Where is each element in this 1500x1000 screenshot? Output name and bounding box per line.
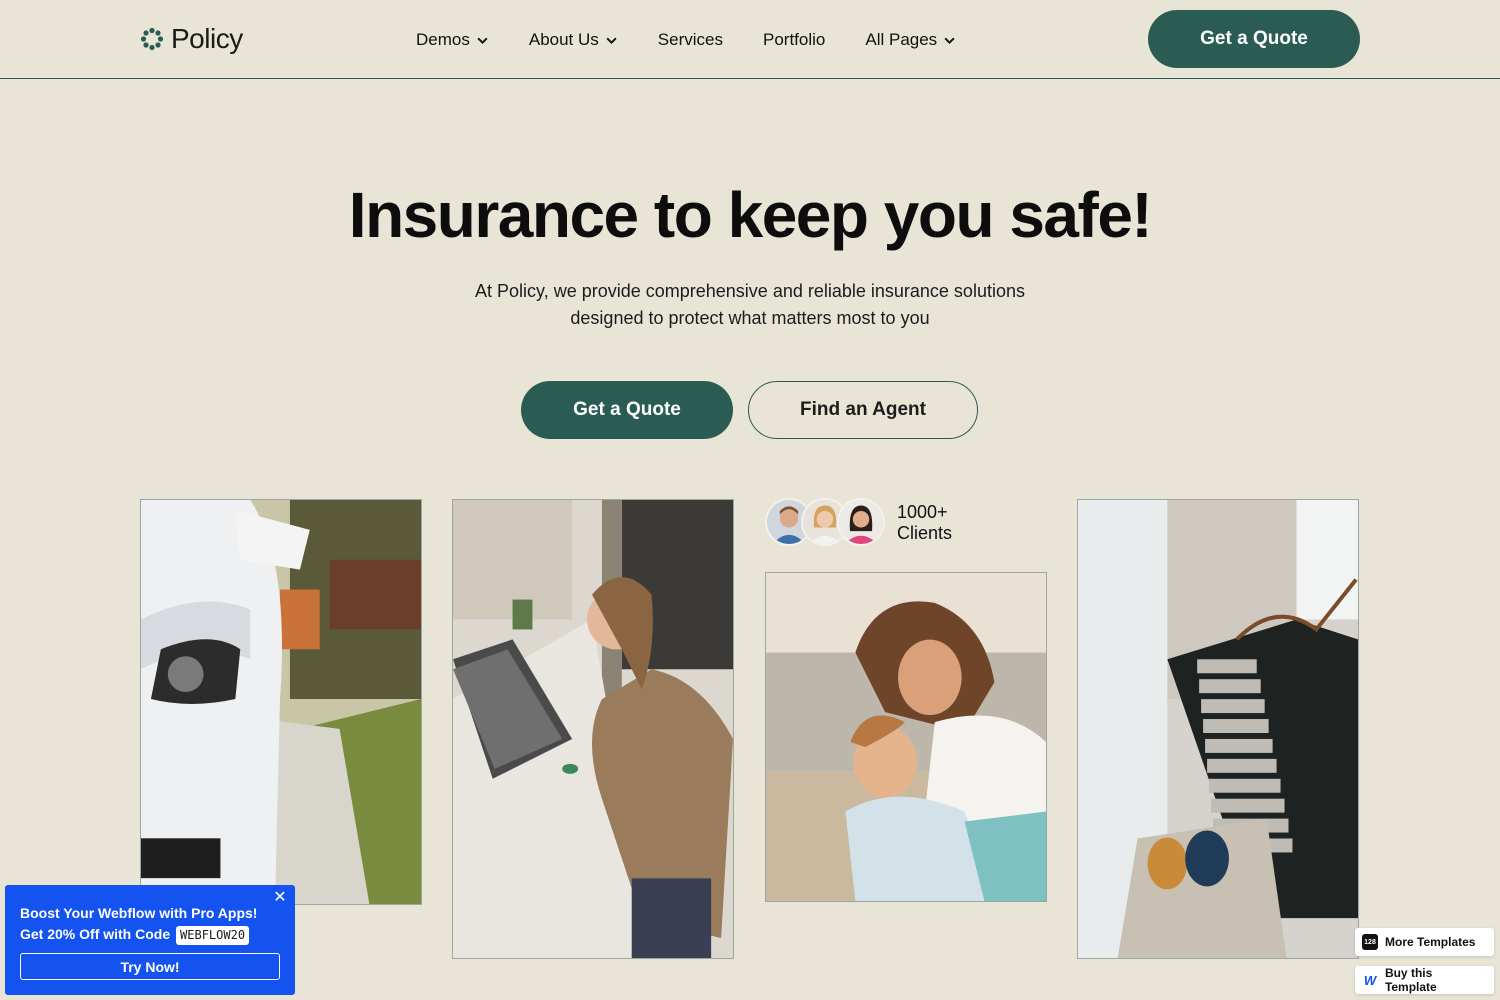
promo-code: WEBFLOW20 xyxy=(176,926,250,945)
staircase-interior-photo xyxy=(1077,499,1359,959)
chevron-down-icon xyxy=(944,37,955,44)
nav-item-label: About Us xyxy=(528,30,599,49)
webflow-logo-icon: W xyxy=(1363,972,1377,988)
woman-at-desk-photo xyxy=(452,499,734,959)
nav-get-quote-button[interactable]: Get a Quote xyxy=(1148,10,1360,68)
nav-item-label: Services xyxy=(657,30,723,49)
clients-summary: 1000+ Clients xyxy=(765,498,977,548)
hero-subtitle-line-1: At Policy, we provide comprehensive and … xyxy=(475,281,1025,301)
avatar xyxy=(837,498,885,546)
top-navigation: Policy Demos About Us Services Portfolio… xyxy=(0,0,1500,79)
more-templates-button[interactable]: 128 More Templates xyxy=(1355,928,1494,956)
promo-banner: ✕ Boost Your Webflow with Pro Apps! Get … xyxy=(5,885,295,995)
brand-name: Policy xyxy=(171,23,243,54)
chevron-down-icon xyxy=(477,37,488,44)
nav-item-label: Portfolio xyxy=(762,30,826,49)
brand-logo[interactable]: Policy xyxy=(140,22,243,56)
buy-template-button[interactable]: W Buy this Template xyxy=(1355,966,1494,994)
find-agent-button[interactable]: Find an Agent xyxy=(748,381,978,439)
nav-item-all-pages[interactable]: All Pages xyxy=(865,30,956,50)
buy-template-label: Buy this Template xyxy=(1384,966,1437,994)
nav-item-about-us[interactable]: About Us xyxy=(529,30,618,50)
main-menu: Demos About Us Services Portfolio All Pa… xyxy=(416,28,956,52)
nav-item-demos[interactable]: Demos xyxy=(416,30,489,50)
nav-item-services[interactable]: Services xyxy=(658,30,723,50)
nav-item-label: Demos xyxy=(416,30,470,49)
close-icon[interactable]: ✕ xyxy=(273,890,287,906)
client-avatars xyxy=(765,498,887,548)
clients-count: 1000+ xyxy=(897,502,948,522)
clients-count-label: 1000+ Clients xyxy=(897,502,977,544)
clients-label: Clients xyxy=(897,523,953,543)
hero-subtitle-line-2: designed to protect what matters most to… xyxy=(570,308,930,328)
promo-offer: Get 20% Off with Code WEBFLOW20 xyxy=(20,924,280,945)
chevron-down-icon xyxy=(606,37,617,44)
car-headlight-photo xyxy=(140,499,422,905)
try-now-button[interactable]: Try Now! xyxy=(20,953,280,980)
promo-headline: Boost Your Webflow with Pro Apps! xyxy=(20,905,258,921)
mother-and-child-photo xyxy=(765,572,1047,902)
more-templates-label: More Templates xyxy=(1385,935,1476,949)
hero-title: Insurance to keep you safe! xyxy=(348,179,1153,251)
hero-subtitle: At Policy, we provide comprehensive and … xyxy=(420,278,1080,332)
promo-offer-text: Get 20% Off with Code xyxy=(20,926,171,942)
nav-item-label: All Pages xyxy=(865,30,938,49)
logo-mark-icon xyxy=(140,27,164,51)
templates-logo-icon: 128 xyxy=(1362,934,1378,950)
hero-get-quote-button[interactable]: Get a Quote xyxy=(521,381,733,439)
nav-item-portfolio[interactable]: Portfolio xyxy=(763,30,825,50)
